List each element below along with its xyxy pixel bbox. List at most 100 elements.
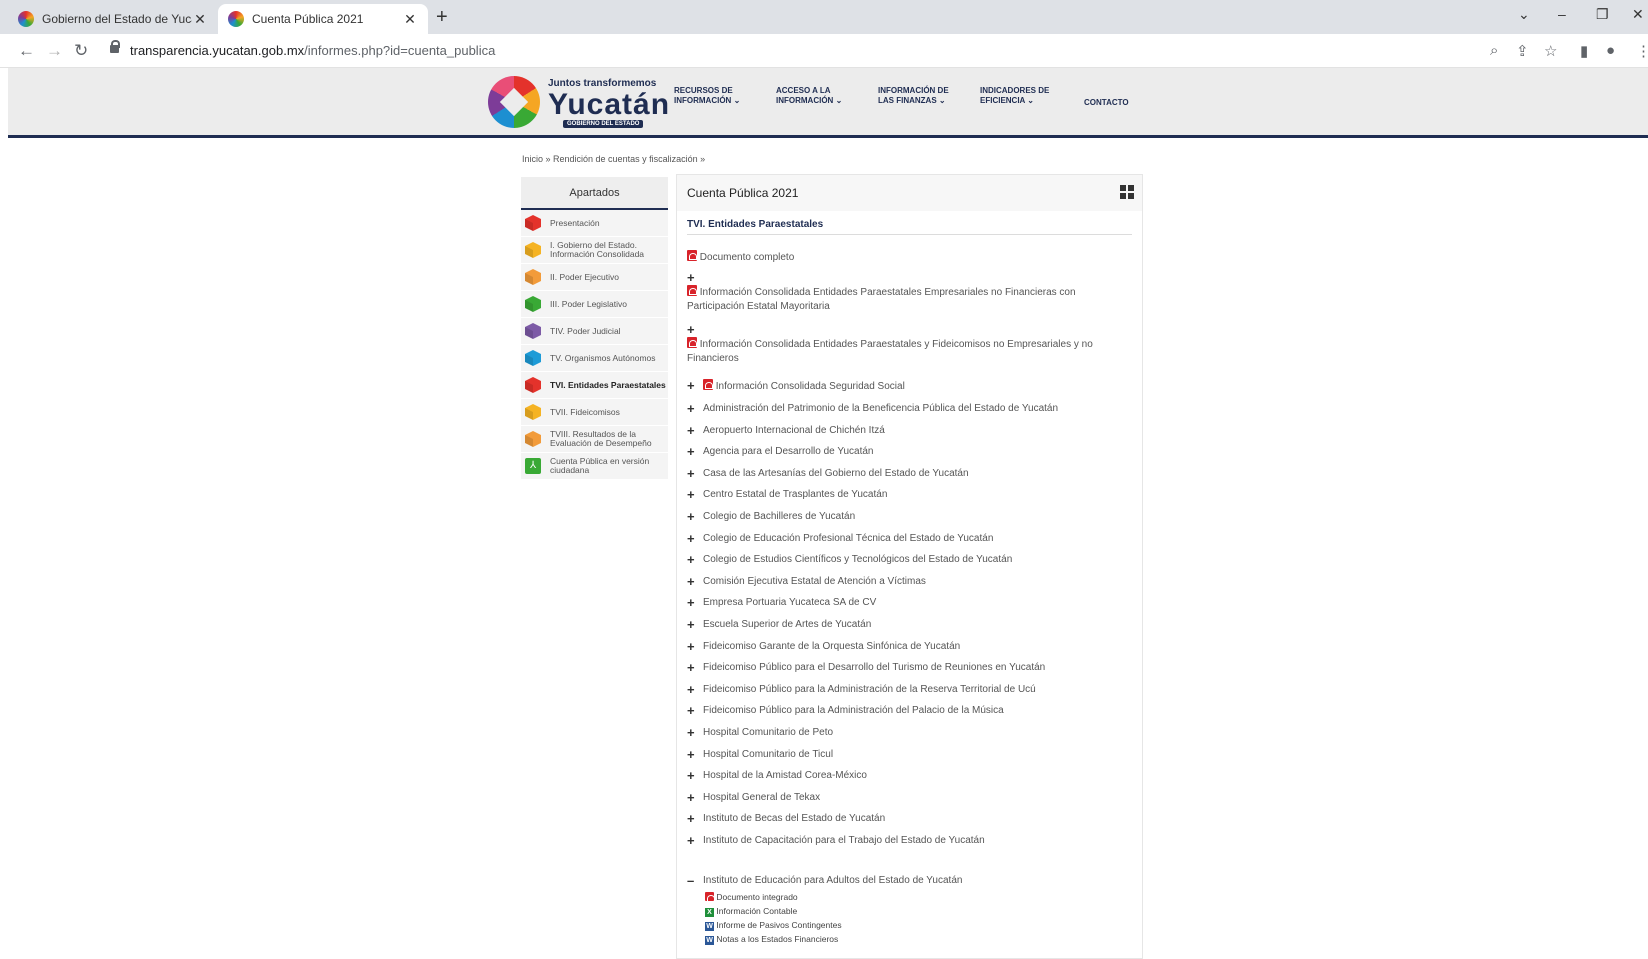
- sidebar-item-paraestatales[interactable]: TVI. Entidades Paraestatales: [521, 372, 668, 399]
- close-window-icon[interactable]: ✕: [1632, 6, 1644, 23]
- expand-plus-icon[interactable]: +: [687, 834, 695, 848]
- entity-item[interactable]: + Empresa Portuaria Yucateca SA de CV: [687, 596, 1127, 610]
- close-tab-icon[interactable]: ✕: [402, 11, 418, 28]
- expanded-doc[interactable]: X Información Contable: [705, 905, 797, 917]
- sidebar-item-legislativo[interactable]: III. Poder Legislativo: [521, 291, 668, 318]
- sidebar-item-label: III. Poder Legislativo: [550, 298, 628, 309]
- consolidated-item-1[interactable]: + Información Consolidada Entidades Para…: [687, 271, 1127, 314]
- entity-item[interactable]: + Colegio de Estudios Científicos y Tecno…: [687, 553, 1127, 567]
- entity-item[interactable]: + Hospital de la Amistad Corea-México: [687, 769, 1127, 783]
- excel-icon: X: [705, 908, 714, 917]
- sidebar-item-label: TV. Organismos Autónomos: [550, 352, 656, 363]
- expand-plus-icon[interactable]: +: [687, 704, 695, 718]
- expand-plus-icon[interactable]: +: [687, 510, 695, 524]
- expand-plus-icon[interactable]: +: [687, 790, 695, 805]
- side-panel-icon[interactable]: ▮: [1580, 42, 1588, 60]
- entity-item[interactable]: + Agencia para el Desarrollo de Yucatán: [687, 445, 1127, 459]
- entity-item[interactable]: + Centro Estatal de Trasplantes de Yucatá…: [687, 488, 1127, 502]
- collapse-minus-icon[interactable]: –: [687, 874, 694, 888]
- entity-label: Comisión Ejecutiva Estatal de Atención a…: [703, 575, 926, 587]
- tab-cuenta-publica[interactable]: Cuenta Pública 2021 ✕: [218, 4, 428, 34]
- sidebar-item-fideicomisos[interactable]: TVII. Fideicomisos: [521, 399, 668, 426]
- tab-search-icon[interactable]: ⌄: [1518, 6, 1530, 23]
- expand-plus-icon[interactable]: +: [687, 661, 695, 675]
- menu-indicadores[interactable]: INDICADORES DE EFICIENCIA ⌄: [980, 86, 1049, 106]
- restore-icon[interactable]: ❐: [1596, 6, 1609, 23]
- yucatan-logo-icon[interactable]: [488, 76, 540, 128]
- entity-item[interactable]: + Fideicomiso Público para la Administrac…: [687, 704, 1127, 718]
- expand-plus-icon[interactable]: +: [687, 379, 695, 393]
- profile-avatar-icon[interactable]: ●: [1606, 42, 1615, 59]
- expand-plus-icon[interactable]: +: [687, 769, 695, 783]
- expand-plus-icon[interactable]: +: [687, 271, 1127, 285]
- menu-acceso[interactable]: ACCESO A LA INFORMACIÓN ⌄: [776, 86, 842, 106]
- url-field[interactable]: transparencia.yucatan.gob.mx/informes.ph…: [130, 43, 495, 58]
- sidebar-item-judicial[interactable]: TIV. Poder Judicial: [521, 318, 668, 345]
- expand-plus-icon[interactable]: +: [687, 323, 1127, 337]
- expand-plus-icon[interactable]: +: [687, 466, 695, 481]
- back-icon[interactable]: ←: [18, 41, 35, 61]
- entity-item[interactable]: + Hospital Comunitario de Peto: [687, 726, 1127, 740]
- menu-recursos[interactable]: RECURSOS DE INFORMACIÓN ⌄: [674, 86, 740, 106]
- sidebar-item-desempeno[interactable]: TVIII. Resultados de la Evaluación de De…: [521, 426, 668, 453]
- bookmark-star-icon[interactable]: ☆: [1544, 42, 1557, 60]
- sidebar-item-label: Presentación: [550, 217, 600, 228]
- entity-item[interactable]: + Administración del Patrimonio de la Ben…: [687, 402, 1127, 416]
- entity-item[interactable]: + Instituto de Becas del Estado de Yucatá…: [687, 812, 1127, 826]
- minimize-icon[interactable]: –: [1558, 6, 1566, 22]
- entity-item[interactable]: + Instituto de Capacitación para el Traba…: [687, 834, 1127, 848]
- tab-gobierno[interactable]: Gobierno del Estado de Yucatán ✕: [8, 4, 218, 34]
- entity-item[interactable]: + Escuela Superior de Artes de Yucatán: [687, 618, 1127, 632]
- expand-plus-icon[interactable]: +: [687, 639, 695, 654]
- reload-icon[interactable]: ↻: [74, 41, 88, 61]
- entity-item[interactable]: + Fideicomiso Público para el Desarrollo …: [687, 661, 1127, 675]
- close-tab-icon[interactable]: ✕: [192, 11, 208, 28]
- entity-item[interactable]: + Hospital Comunitario de Ticul: [687, 747, 1127, 762]
- share-icon[interactable]: ⇪: [1516, 42, 1529, 60]
- entity-item[interactable]: + Fideicomiso Garante de la Orquesta Sinf…: [687, 639, 1127, 654]
- menu-finanzas[interactable]: INFORMACIÓN DE LAS FINANZAS ⌄: [878, 86, 949, 106]
- entity-item[interactable]: + Hospital General de Tekax: [687, 790, 1127, 805]
- expanded-doc[interactable]: Documento integrado: [705, 891, 798, 903]
- expand-plus-icon[interactable]: +: [687, 574, 695, 589]
- new-tab-icon[interactable]: +: [436, 6, 448, 29]
- sidebar-item-autonomos[interactable]: TV. Organismos Autónomos: [521, 345, 668, 372]
- entity-item[interactable]: + Fideicomiso Público para la Administrac…: [687, 682, 1127, 697]
- sidebar-item-ejecutivo[interactable]: II. Poder Ejecutivo: [521, 264, 668, 291]
- entity-item[interactable]: + Comisión Ejecutiva Estatal de Atención …: [687, 574, 1127, 589]
- sidebar-item-presentacion[interactable]: Presentación: [521, 210, 668, 237]
- expand-plus-icon[interactable]: +: [687, 553, 695, 567]
- consolidated-item-3[interactable]: + Información Consolidada Seguridad Soci…: [687, 379, 1127, 394]
- expand-plus-icon[interactable]: +: [687, 402, 695, 416]
- expand-plus-icon[interactable]: +: [687, 747, 695, 762]
- entity-expanded[interactable]: – Instituto de Educación para Adultos de…: [687, 874, 1127, 888]
- expand-plus-icon[interactable]: +: [687, 488, 695, 502]
- menu-kebab-icon[interactable]: ⋮: [1636, 42, 1648, 60]
- breadcrumb[interactable]: Inicio » Rendición de cuentas y fiscaliz…: [522, 154, 705, 164]
- expand-plus-icon[interactable]: +: [687, 596, 695, 610]
- expand-plus-icon[interactable]: +: [687, 618, 695, 632]
- consolidated-item-2[interactable]: + Información Consolidada Entidades Para…: [687, 323, 1127, 366]
- menu-contacto[interactable]: CONTACTO: [1084, 98, 1129, 108]
- url-host: transparencia.yucatan.gob.mx: [130, 43, 305, 58]
- logo-name: Yucatán: [548, 88, 671, 121]
- expand-plus-icon[interactable]: +: [687, 423, 695, 438]
- entity-label: Instituto de Capacitación para el Trabaj…: [703, 835, 985, 846]
- sidebar-item-gobierno[interactable]: I. Gobierno del Estado. Información Cons…: [521, 237, 668, 264]
- entity-item[interactable]: + Aeropuerto Internacional de Chichén Itz…: [687, 423, 1127, 438]
- expand-plus-icon[interactable]: +: [687, 726, 695, 740]
- expand-plus-icon[interactable]: +: [687, 445, 695, 459]
- entity-item[interactable]: + Colegio de Bachilleres de Yucatán: [687, 510, 1127, 524]
- entity-item[interactable]: + Casa de las Artesanías del Gobierno del…: [687, 466, 1127, 481]
- expand-plus-icon[interactable]: +: [687, 812, 695, 826]
- zoom-icon[interactable]: ⌕: [1490, 42, 1498, 59]
- forward-icon[interactable]: →: [46, 41, 63, 61]
- doc-complete-link[interactable]: Documento completo: [687, 250, 1127, 265]
- entity-item[interactable]: + Colegio de Educación Profesional Técnic…: [687, 531, 1127, 546]
- expand-plus-icon[interactable]: +: [687, 682, 695, 697]
- sidebar-item-ciudadana[interactable]: ⅄ Cuenta Pública en versión ciudadana: [521, 453, 668, 480]
- expand-plus-icon[interactable]: +: [687, 531, 695, 546]
- expanded-doc[interactable]: W Informe de Pasivos Contingentes: [705, 919, 842, 931]
- expanded-doc[interactable]: W Notas a los Estados Financieros: [705, 933, 838, 945]
- grid-view-icon[interactable]: [1120, 185, 1134, 199]
